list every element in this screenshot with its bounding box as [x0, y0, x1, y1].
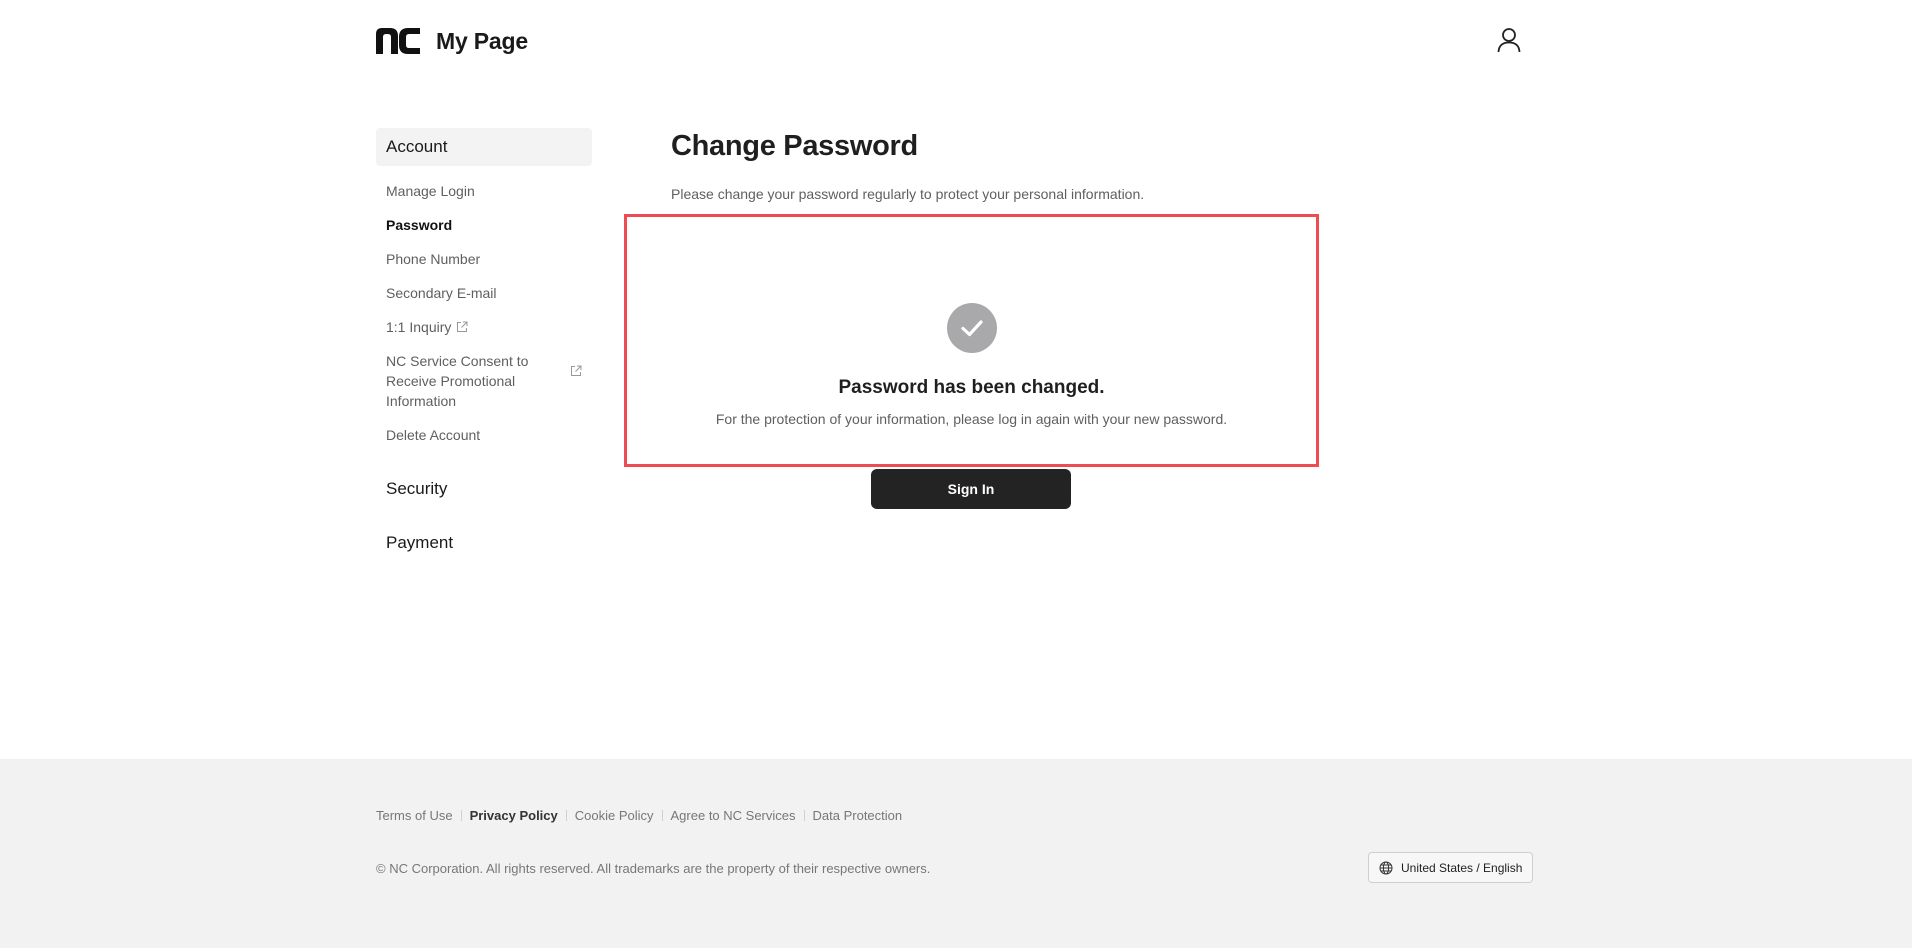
sign-in-button[interactable]: Sign In	[871, 469, 1071, 509]
footer-links: Terms of Use Privacy Policy Cookie Polic…	[376, 808, 902, 823]
link-separator	[460, 810, 462, 821]
user-profile-button[interactable]	[1494, 24, 1524, 56]
page-title: Change Password	[671, 130, 918, 162]
sidebar-item-label: Manage Login	[386, 183, 475, 199]
sidebar-item-secondary-email[interactable]: Secondary E-mail	[376, 276, 592, 310]
sidebar-nav: Account Manage Login Password Phone Numb…	[376, 128, 592, 578]
external-link-icon	[457, 321, 468, 332]
language-selector[interactable]: United States / English	[1368, 852, 1534, 883]
checkmark-icon	[960, 320, 983, 337]
nc-logo[interactable]	[376, 28, 420, 54]
globe-icon	[1379, 861, 1393, 874]
sidebar-item-manage-login[interactable]: Manage Login	[376, 174, 592, 208]
result-message: For the protection of your information, …	[715, 411, 1228, 427]
sidebar-item-promotional-consent[interactable]: NC Service Consent to Receive Promotiona…	[376, 344, 592, 418]
link-separator	[803, 810, 805, 821]
sidebar-item-label: Phone Number	[386, 251, 481, 267]
sidebar-category-payment[interactable]: Payment	[376, 524, 592, 562]
user-icon	[1497, 28, 1521, 53]
sidebar-item-label: 1:1 Inquiry	[386, 319, 452, 335]
sidebar-item-phone-number[interactable]: Phone Number	[376, 242, 592, 276]
sidebar-category-account[interactable]: Account	[376, 128, 592, 166]
footer-link-data-protection[interactable]: Data Protection	[813, 808, 903, 823]
sidebar-item-label: Password	[386, 217, 453, 233]
main-content: Change Password Please change your passw…	[671, 128, 1321, 204]
external-link-icon	[571, 365, 582, 376]
check-circle-icon	[946, 303, 997, 353]
sidebar-item-label: Secondary E-mail	[386, 285, 497, 301]
page-footer: Terms of Use Privacy Policy Cookie Polic…	[0, 759, 1912, 948]
footer-link-terms-of-use[interactable]: Terms of Use	[376, 808, 453, 823]
sidebar-item-delete-account[interactable]: Delete Account	[376, 418, 592, 452]
sidebar-item-password[interactable]: Password	[376, 208, 592, 242]
sidebar-item-inquiry[interactable]: 1:1 Inquiry	[376, 310, 592, 344]
link-separator	[565, 810, 567, 821]
password-changed-panel: Password has been changed. For the prote…	[624, 214, 1319, 467]
page-description: Please change your password regularly to…	[671, 186, 1145, 202]
account-submenu: Manage Login Password Phone Number Secon…	[376, 166, 592, 460]
page-header: My Page	[376, 24, 1524, 58]
sidebar-item-label: NC Service Consent to Receive Promotiona…	[386, 353, 529, 409]
site-title: My Page	[436, 28, 528, 54]
language-label: United States / English	[1401, 860, 1523, 875]
link-separator	[661, 810, 663, 821]
copyright-text: © NC Corporation. All rights reserved. A…	[376, 861, 931, 876]
footer-link-agree-to-nc-services[interactable]: Agree to NC Services	[671, 808, 796, 823]
sidebar-item-label: Delete Account	[386, 427, 481, 443]
result-title: Password has been changed.	[838, 377, 1105, 398]
footer-link-privacy-policy[interactable]: Privacy Policy	[470, 808, 558, 823]
footer-link-cookie-policy[interactable]: Cookie Policy	[575, 808, 654, 823]
sidebar-category-security[interactable]: Security	[376, 470, 592, 508]
